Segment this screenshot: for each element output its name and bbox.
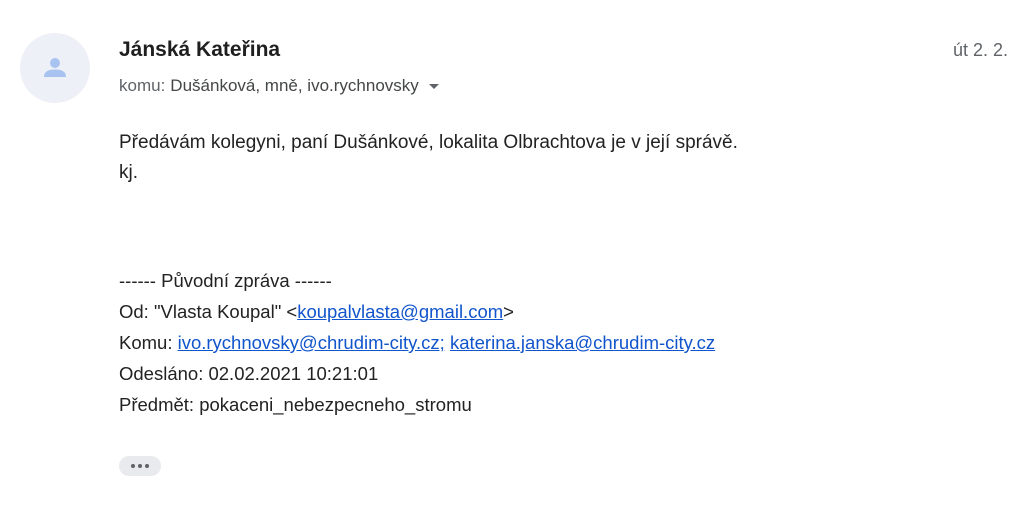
original-subject-line: Předmět: pokaceni_nebezpecneho_stromu: [119, 389, 715, 420]
quoted-original-message: ------ Původní zpráva ------ Od: "Vlasta…: [119, 265, 715, 420]
recipients-prefix: komu:: [119, 76, 166, 95]
show-trimmed-content-button[interactable]: [119, 456, 161, 476]
person-icon: [44, 58, 66, 77]
avatar[interactable]: [20, 33, 90, 103]
original-sent-line: Odesláno: 02.02.2021 10:21:01: [119, 358, 715, 389]
subject-label: Předmět:: [119, 394, 195, 415]
recipients-list: Dušánková, mně, ivo.rychnovsky: [170, 76, 419, 95]
more-horiz-icon: [131, 464, 135, 468]
to-email-link[interactable]: ivo.rychnovsky@chrudim-city.cz;: [178, 332, 445, 353]
more-horiz-icon: [145, 464, 149, 468]
message-date[interactable]: út 2. 2.: [953, 40, 1008, 61]
sender-name[interactable]: Jánská Kateřina: [119, 38, 280, 62]
sent-value: 02.02.2021 10:21:01: [208, 363, 379, 384]
sent-label: Odesláno:: [119, 363, 204, 384]
more-horiz-icon: [138, 464, 142, 468]
subject-value: pokaceni_nebezpecneho_stromu: [199, 394, 472, 415]
original-from-line: Od: "Vlasta Koupal" <koupalvlasta@gmail.…: [119, 296, 715, 327]
original-to-line: Komu: ivo.rychnovsky@chrudim-city.cz; ka…: [119, 327, 715, 358]
to-email-link[interactable]: katerina.janska@chrudim-city.cz: [450, 332, 715, 353]
original-message-header: ------ Původní zpráva ------: [119, 270, 332, 291]
email-message: Jánská Kateřina út 2. 2. komu: Dušánková…: [0, 0, 1024, 517]
body-line: kj.: [119, 162, 138, 183]
message-body: Předávám kolegyni, paní Dušánkové, lokal…: [119, 128, 738, 188]
from-label: Od:: [119, 301, 149, 322]
from-bracket-close: >: [503, 301, 514, 322]
from-name: "Vlasta Koupal": [153, 301, 282, 322]
from-email-link[interactable]: koupalvlasta@gmail.com: [297, 301, 503, 322]
body-line: Předávám kolegyni, paní Dušánkové, lokal…: [119, 132, 738, 153]
from-bracket-open: <: [286, 301, 298, 322]
recipients-line: komu: Dušánková, mně, ivo.rychnovsky: [119, 76, 439, 96]
to-label: Komu:: [119, 332, 173, 353]
chevron-down-icon[interactable]: [428, 83, 439, 89]
